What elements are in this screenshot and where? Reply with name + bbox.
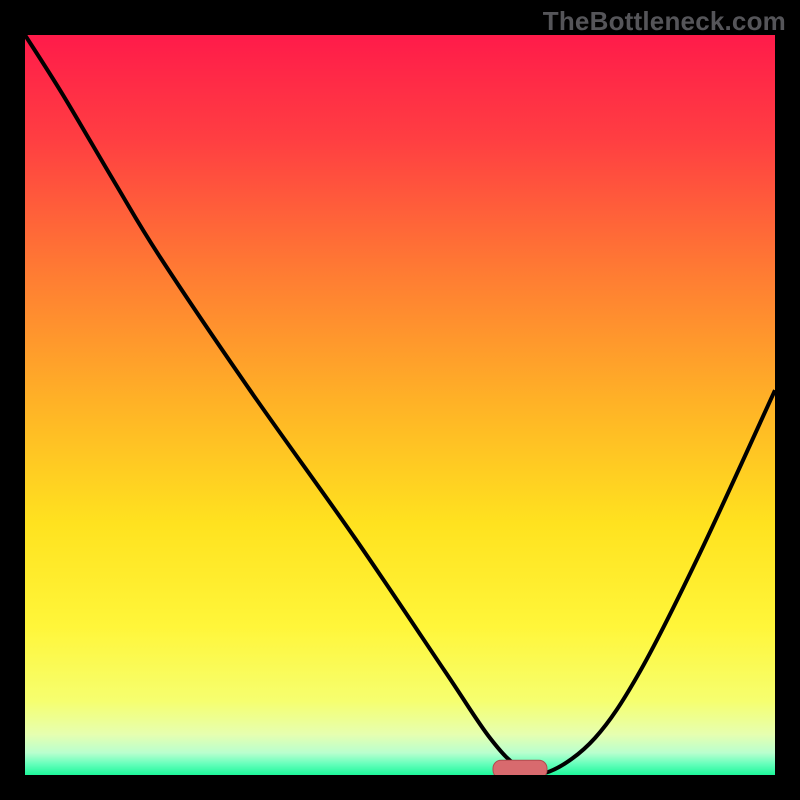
chart-background [25, 35, 775, 775]
chart-frame: TheBottleneck.com [0, 0, 800, 800]
bottleneck-chart [25, 35, 775, 775]
optimal-marker [493, 760, 547, 775]
chart-svg [25, 35, 775, 775]
watermark-text: TheBottleneck.com [543, 6, 786, 37]
